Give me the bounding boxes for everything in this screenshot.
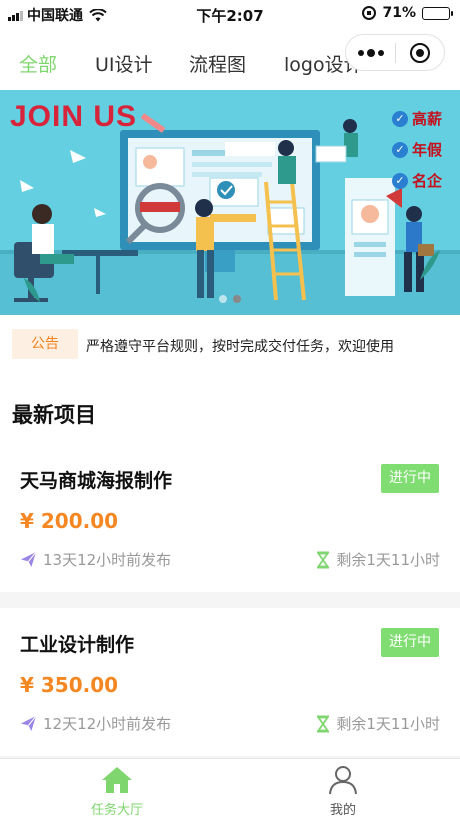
project-title: 天马商城海报制作	[20, 470, 173, 492]
remaining-time-text: 剩余1天11小时	[336, 551, 440, 569]
tab-flowchart[interactable]: 流程图	[189, 50, 246, 77]
remaining-time-text: 剩余1天11小时	[336, 715, 440, 733]
project-price: ¥ 350.00	[20, 673, 119, 697]
section-title: 最新项目	[12, 403, 96, 427]
check-icon: ✓	[391, 141, 408, 158]
status-bar: 中国联通 下午2:07 71%	[0, 0, 460, 28]
project-card[interactable]: 工业设计制作 进行中 ¥ 350.00 12天12小时前发布 剩余1天11小时	[0, 608, 460, 756]
hourglass-icon	[317, 551, 330, 568]
carousel-indicator	[0, 295, 460, 303]
check-icon: ✓	[391, 172, 408, 189]
close-mini-program-icon[interactable]	[396, 42, 444, 63]
tabbar-item-mine[interactable]: 我的	[293, 765, 393, 818]
project-meta: 13天12小时前发布 剩余1天11小时	[20, 549, 440, 571]
notice-text: 严格遵守平台规则，按时完成交付任务，欢迎使用	[86, 339, 394, 355]
check-icon: ✓	[391, 110, 408, 127]
tabbar-label: 我的	[329, 803, 356, 818]
latest-projects-header: 最新项目	[0, 372, 460, 444]
tab-all[interactable]: 全部	[19, 50, 57, 77]
remaining-time: 剩余1天11小时	[316, 713, 440, 734]
banner-badges: ✓ 高薪 ✓ 年假 ✓ 名企	[391, 108, 442, 201]
status-badge: 进行中	[381, 464, 439, 493]
send-icon	[20, 715, 37, 732]
project-card[interactable]: 天马商城海报制作 进行中 ¥ 200.00 13天12小时前发布 剩余1天11小…	[0, 444, 460, 592]
mini-program-capsule	[345, 34, 445, 71]
notice-tag: 公告	[12, 329, 78, 359]
badge-high-salary: ✓ 高薪	[391, 108, 442, 129]
more-dots-icon[interactable]	[346, 48, 395, 57]
posted-time: 13天12小时前发布	[20, 549, 171, 570]
orientation-lock-icon	[362, 6, 377, 20]
carousel-dot[interactable]	[219, 295, 227, 303]
posted-time-text: 13天12小时前发布	[43, 551, 172, 569]
status-badge: 进行中	[381, 628, 439, 657]
battery-percent: 71%	[382, 5, 416, 21]
tabbar-item-task-hall[interactable]: 任务大厅	[67, 765, 167, 818]
banner-carousel[interactable]: JOIN US ✓ 高薪 ✓ 年假 ✓ 名企	[0, 90, 460, 315]
send-icon	[20, 551, 37, 568]
notice-bar[interactable]: 公告 严格遵守平台规则，按时完成交付任务，欢迎使用	[0, 315, 460, 372]
banner-title: JOIN US	[10, 100, 138, 133]
project-price: ¥ 200.00	[20, 509, 119, 533]
category-tabs: 全部 UI设计 流程图 logo设计	[0, 28, 460, 90]
badge-annual-leave: ✓ 年假	[391, 139, 442, 160]
posted-time-text: 12天12小时前发布	[43, 715, 172, 733]
posted-time: 12天12小时前发布	[20, 713, 171, 734]
project-title: 工业设计制作	[20, 634, 135, 656]
battery-icon	[422, 6, 453, 20]
hourglass-icon	[317, 715, 330, 732]
badge-famous-company: ✓ 名企	[391, 170, 442, 191]
tabbar-label: 任务大厅	[90, 803, 143, 818]
status-right: 71%	[362, 5, 453, 21]
home-icon	[102, 767, 132, 793]
user-icon	[329, 766, 357, 795]
remaining-time: 剩余1天11小时	[316, 549, 440, 570]
carousel-dot-active[interactable]	[233, 295, 241, 303]
tab-ui-design[interactable]: UI设计	[95, 50, 153, 77]
bottom-tab-bar: 任务大厅 我的	[0, 758, 460, 818]
project-meta: 12天12小时前发布 剩余1天11小时	[20, 713, 440, 735]
